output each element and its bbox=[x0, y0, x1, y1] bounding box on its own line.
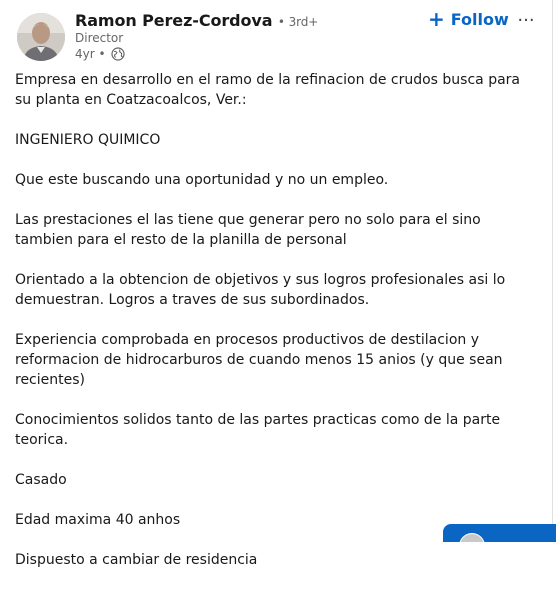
author-headline: Director bbox=[75, 31, 124, 45]
globe-icon bbox=[110, 47, 125, 61]
post-text: Empresa en desarrollo en el ramo de la r… bbox=[15, 70, 540, 590]
post-paragraph: Que este buscando una oportunidad y no u… bbox=[15, 172, 389, 188]
follow-button[interactable]: + Follow bbox=[422, 7, 515, 31]
author-photo bbox=[17, 13, 65, 61]
author-avatar[interactable] bbox=[17, 13, 65, 61]
post-timestamp: 4yr • bbox=[75, 47, 106, 61]
connection-degree: • 3rd+ bbox=[277, 15, 319, 29]
post-paragraph: Las prestaciones el las tiene que genera… bbox=[15, 212, 481, 248]
post-paragraph: INGENIERO QUIMICO bbox=[15, 132, 161, 148]
plus-icon: + bbox=[428, 7, 445, 31]
more-dots-icon: ··· bbox=[517, 9, 535, 31]
post-paragraph: Empresa en desarrollo en el ramo de la r… bbox=[15, 72, 520, 108]
post-paragraph: Experiencia comprobada en procesos produ… bbox=[15, 332, 503, 388]
author-name[interactable]: Ramon Perez-Cordova bbox=[75, 11, 273, 30]
feed-post-card: Ramon Perez-Cordova • 3rd+ Director 4yr … bbox=[0, 0, 553, 568]
follow-label: Follow bbox=[450, 9, 509, 29]
messaging-tab[interactable] bbox=[443, 524, 556, 542]
author-name-line[interactable]: Ramon Perez-Cordova • 3rd+ bbox=[75, 11, 318, 30]
post-paragraph: Conocimientos solidos tanto de las parte… bbox=[15, 412, 501, 448]
post-meta: 4yr • bbox=[75, 47, 125, 61]
post-paragraph: Casado bbox=[15, 472, 67, 488]
post-paragraph: Dispuesto a cambiar de residencia bbox=[15, 552, 258, 568]
post-paragraph: Orientado a la obtencion de objetivos y … bbox=[15, 272, 506, 308]
more-options-button[interactable]: ··· bbox=[512, 8, 540, 32]
